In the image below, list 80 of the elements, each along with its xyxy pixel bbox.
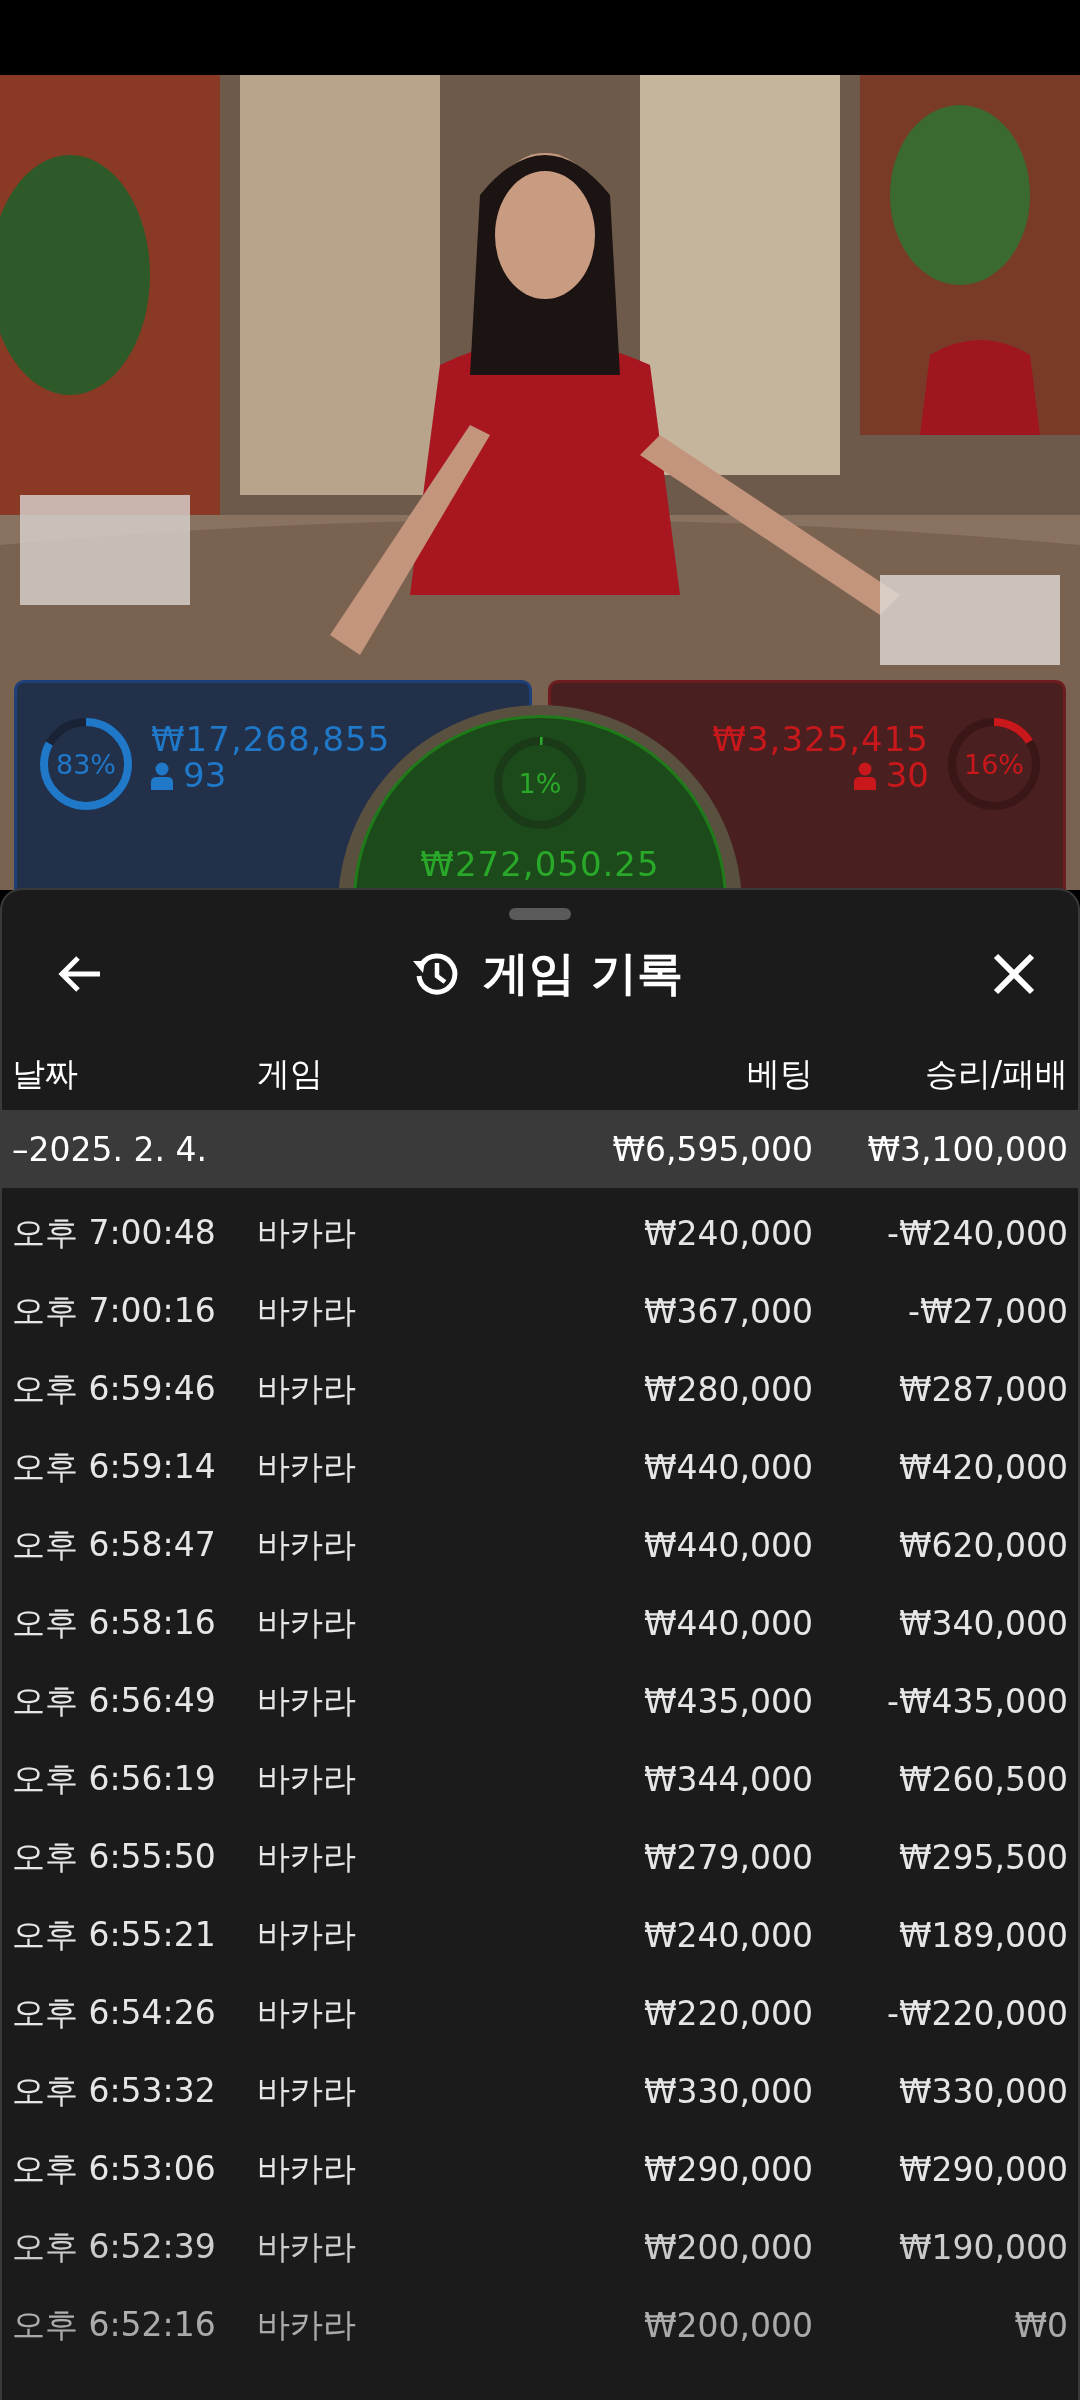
player-count: 93 (183, 758, 227, 795)
game-cell-text: 바카라 (257, 1835, 357, 1878)
time-cell-text: 오후 6:55:50 (12, 1835, 217, 1878)
game-cell-text: 바카라 (257, 1757, 357, 1800)
date-group-row[interactable]: –2025. 2. 4. ₩6,595,000 ₩3,100,000 (2, 1110, 1078, 1188)
result-cell-text: ₩340,000 (897, 1603, 1068, 1643)
game-cell-text: 바카라 (257, 1367, 357, 1410)
time-cell-text: 오후 6:52:16 (12, 2303, 217, 2346)
time-cell-text: 오후 7:00:16 (12, 1289, 217, 1332)
bet-cell-text: ₩330,000 (642, 2071, 813, 2111)
bet-amount: ₩3,325,415 (712, 721, 929, 759)
time-cell-text: 오후 6:59:46 (12, 1367, 217, 1410)
sheet-title: 게임 기록 (483, 945, 683, 1002)
result-cell-text: ₩189,000 (897, 1915, 1068, 1955)
bet-cell-text: ₩279,000 (642, 1837, 813, 1877)
result-cell-text: -₩220,000 (886, 1993, 1068, 2033)
result-cell-text: ₩420,000 (897, 1447, 1068, 1487)
player-count: 30 (885, 758, 929, 795)
time-cell-text: 오후 6:53:06 (12, 2147, 217, 2190)
time-cell-text: 오후 6:58:47 (12, 1523, 217, 1566)
result-cell-text: ₩295,500 (897, 1837, 1068, 1877)
game-cell-text: 바카라 (257, 1601, 357, 1644)
bet-cell-text: ₩240,000 (642, 1213, 813, 1253)
column-header: 날짜 (12, 1052, 79, 1095)
percent-text: 16% (964, 748, 1024, 780)
percent-text: 1% (518, 767, 562, 799)
time-cell-text: 오후 6:56:19 (12, 1757, 217, 1800)
result-cell-text: ₩0 (1013, 2305, 1068, 2345)
game-cell-text: 바카라 (257, 2225, 357, 2268)
game-cell-text: 바카라 (257, 1679, 357, 1722)
result-cell-text: -₩435,000 (886, 1681, 1068, 1721)
bet-cell-text: ₩220,000 (642, 1993, 813, 2033)
result-cell-text: ₩290,000 (897, 2149, 1068, 2189)
bet-amount: ₩272,050.25 (420, 846, 660, 884)
bet-cell-text: ₩440,000 (642, 1447, 813, 1487)
bet-cell-text: ₩200,000 (642, 2227, 813, 2267)
result-cell-text: ₩620,000 (897, 1525, 1068, 1565)
bet-cell-text: ₩440,000 (642, 1525, 813, 1565)
result-cell-text: ₩190,000 (897, 2227, 1068, 2267)
time-cell-text: 오후 7:00:48 (12, 1211, 217, 1254)
bet-cell-text: ₩367,000 (642, 1291, 813, 1331)
game-cell-text: 바카라 (257, 1445, 357, 1488)
result-cell-text: ₩330,000 (897, 2071, 1068, 2111)
person-icon (853, 762, 876, 791)
result-cell-text: -₩27,000 (907, 1291, 1068, 1331)
column-header: 베팅 (746, 1052, 813, 1095)
bet-cell-text: ₩280,000 (642, 1369, 813, 1409)
game-cell-text: 바카라 (257, 2147, 357, 2190)
time-cell-text: 오후 6:56:49 (12, 1679, 217, 1722)
bet-cell-text: ₩240,000 (642, 1915, 813, 1955)
time-cell-text: 오후 6:54:26 (12, 1991, 217, 2034)
game-cell-text: 바카라 (257, 1289, 357, 1332)
bet-cell-text: ₩290,000 (642, 2149, 813, 2189)
bet-amount: ₩17,268,855 (151, 721, 391, 759)
percent-text: 83% (56, 748, 116, 780)
time-cell-text: 오후 6:55:21 (12, 1913, 217, 1956)
bet-cell-text: ₩200,000 (642, 2305, 813, 2345)
game-cell-text: 바카라 (257, 1211, 357, 1254)
game-cell-text: 바카라 (257, 2069, 357, 2112)
game-cell-text: 바카라 (257, 2303, 357, 2346)
total-bet-text: ₩6,595,000 (611, 1129, 813, 1169)
bet-cell-text: ₩344,000 (642, 1759, 813, 1799)
time-cell-text: 오후 6:59:14 (12, 1445, 217, 1488)
time-cell-text: 오후 6:52:39 (12, 2225, 217, 2268)
game-cell-text: 바카라 (257, 1523, 357, 1566)
time-cell-text: 오후 6:58:16 (12, 1601, 217, 1644)
column-header: 승리/패배 (923, 1052, 1068, 1095)
date-text: –2025. 2. 4. (12, 1129, 208, 1169)
bet-cell-text: ₩435,000 (642, 1681, 813, 1721)
time-cell-text: 오후 6:53:32 (12, 2069, 217, 2112)
bet-cell-text: ₩440,000 (642, 1603, 813, 1643)
total-result-text: ₩3,100,000 (866, 1129, 1068, 1169)
person-icon (151, 762, 173, 791)
game-cell-text: 바카라 (257, 1913, 357, 1956)
drag-handle[interactable] (509, 908, 571, 920)
result-cell-text: ₩260,500 (897, 1759, 1068, 1799)
result-cell-text: -₩240,000 (886, 1213, 1068, 1253)
column-header: 게임 (257, 1052, 324, 1095)
result-cell-text: ₩287,000 (897, 1369, 1068, 1409)
game-cell-text: 바카라 (257, 1991, 357, 2034)
